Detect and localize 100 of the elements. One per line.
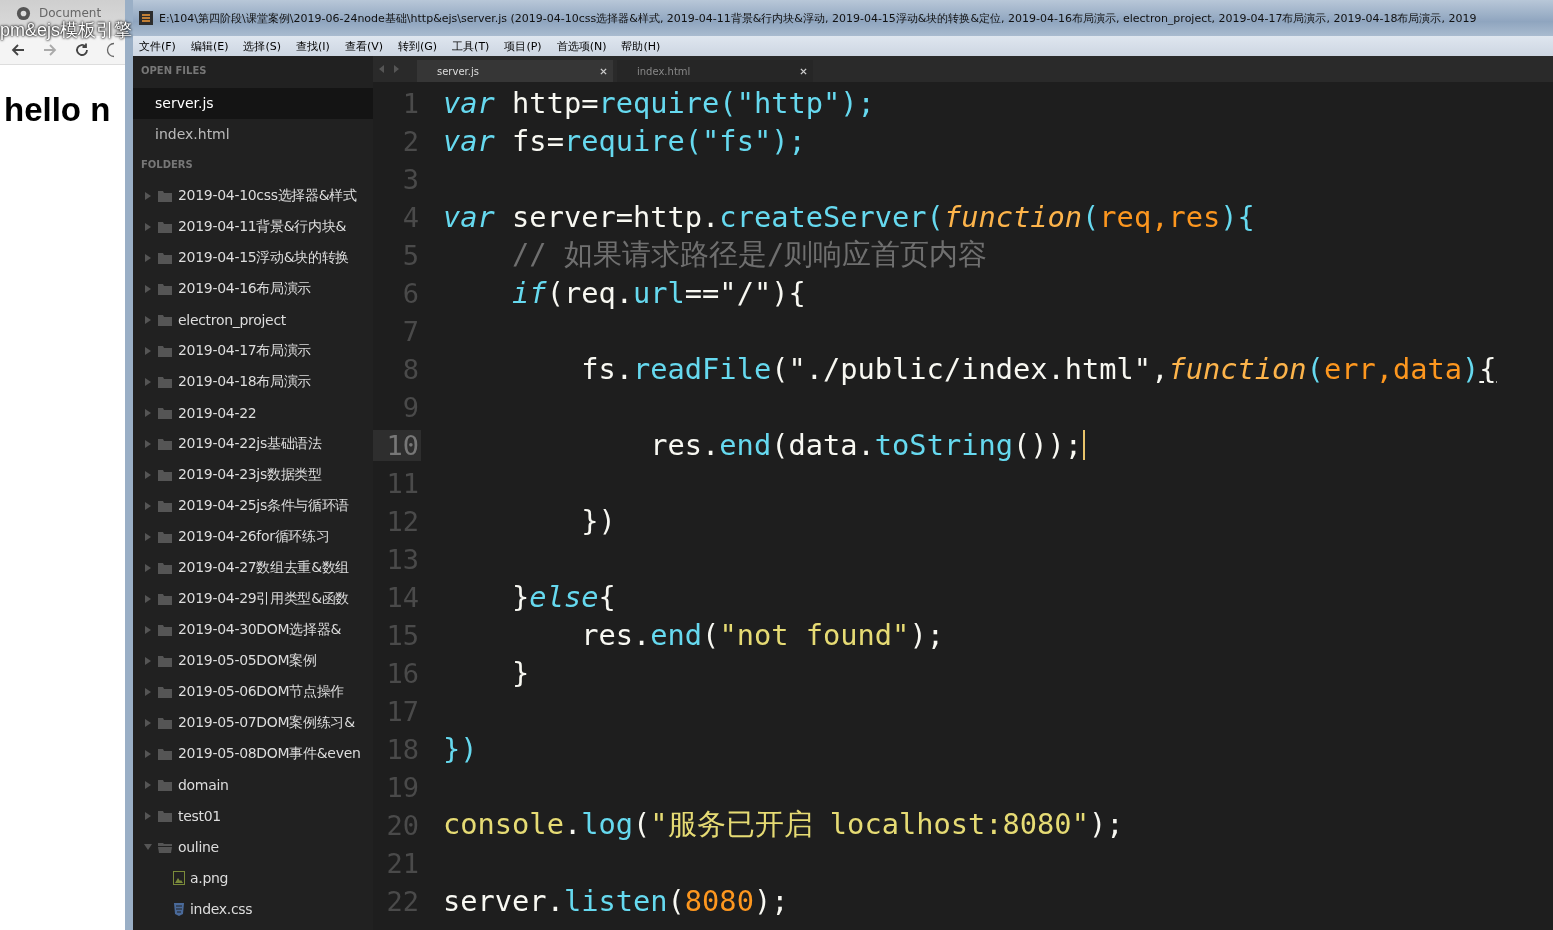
collapse-arrow-icon[interactable] [144, 842, 152, 851]
menu-item[interactable]: 工具(T) [452, 38, 490, 54]
menu-item[interactable]: 帮助(H) [621, 38, 661, 54]
folder-item[interactable]: 2019-05-08DOM事件&even [178, 744, 361, 763]
menu-item[interactable]: 项目(P) [504, 38, 542, 54]
expand-arrow-icon[interactable] [144, 594, 152, 603]
file-tab[interactable]: server.js [417, 60, 613, 82]
folder-item[interactable]: 2019-04-15浮动&块的转换 [178, 248, 350, 267]
folder-item[interactable]: 2019-04-11背景&行内块& [178, 217, 347, 236]
folder-icon [158, 344, 172, 357]
expand-arrow-icon[interactable] [144, 811, 152, 820]
app-icon [139, 11, 153, 25]
menu-item[interactable]: 转到(G) [398, 38, 438, 54]
code-line: var fs=require("fs"); [443, 124, 806, 158]
folder-icon [158, 654, 172, 667]
expand-arrow-icon[interactable] [144, 780, 152, 789]
folder-icon [158, 592, 172, 605]
tab-scroll-arrows-icon[interactable] [379, 65, 399, 73]
folder-icon [158, 716, 172, 729]
folder-item[interactable]: 2019-04-18布局演示 [178, 372, 312, 391]
open-folder-icon [158, 840, 172, 853]
menu-item[interactable]: 编辑(E) [190, 38, 229, 54]
browser-logo-icon [16, 6, 31, 21]
back-icon[interactable] [10, 42, 26, 58]
expand-arrow-icon[interactable] [144, 191, 152, 200]
reload-icon[interactable] [74, 42, 90, 58]
expand-arrow-icon[interactable] [144, 501, 152, 510]
expand-arrow-icon[interactable] [144, 470, 152, 479]
folder-item[interactable]: 2019-04-22 [178, 404, 257, 421]
code-line: console.log("服务已开启 localhost:8080"); [443, 806, 1124, 843]
expand-arrow-icon[interactable] [144, 532, 152, 541]
expand-arrow-icon[interactable] [144, 253, 152, 262]
folder-icon [158, 313, 172, 326]
expand-arrow-icon[interactable] [144, 284, 152, 293]
close-icon[interactable] [800, 67, 807, 75]
folder-item[interactable]: 2019-04-26for循环练习 [178, 527, 330, 546]
folder-item[interactable]: 2019-04-16布局演示 [178, 279, 312, 298]
folder-icon [158, 468, 172, 481]
code-line: var server=http.createServer(function(req,res){ [443, 200, 1255, 234]
forward-icon[interactable] [42, 42, 58, 58]
expand-arrow-icon[interactable] [144, 656, 152, 665]
code-line: } [511, 656, 530, 690]
code-line: if(req.url=="/"){ [511, 276, 806, 310]
file-tab[interactable]: index.html [617, 60, 813, 82]
folder-item[interactable]: 2019-05-06DOM节点操作 [178, 682, 345, 701]
menu-item[interactable]: 查找(I) [296, 38, 330, 54]
folder-item[interactable]: 2019-04-10css选择器&样式 [178, 186, 357, 205]
text-cursor [1083, 430, 1086, 460]
code-line: server.listen(8080); [443, 884, 789, 918]
expand-arrow-icon[interactable] [144, 687, 152, 696]
folder-icon [158, 530, 172, 543]
expand-arrow-icon[interactable] [144, 563, 152, 572]
folder-icon [158, 375, 172, 388]
folder-icon [158, 623, 172, 636]
folder-item[interactable]: ouline [178, 838, 219, 855]
file-item[interactable]: a.png [190, 869, 229, 886]
expand-arrow-icon[interactable] [144, 408, 152, 417]
expand-arrow-icon[interactable] [144, 222, 152, 231]
section-header: OPEN FILES [140, 65, 208, 78]
folder-item[interactable]: 2019-04-27数组去重&数组 [178, 558, 350, 577]
folder-item[interactable]: 2019-04-22js基础语法 [178, 434, 322, 453]
section-header: FOLDERS [140, 159, 194, 172]
expand-arrow-icon[interactable] [144, 718, 152, 727]
folder-icon [158, 251, 172, 264]
file-item[interactable]: index.css [190, 900, 253, 917]
folder-icon [158, 561, 172, 574]
image-file-icon [173, 870, 185, 885]
folder-icon [158, 685, 172, 698]
folder-item[interactable]: 2019-05-05DOM案例 [178, 651, 317, 670]
expand-arrow-icon[interactable] [144, 625, 152, 634]
expand-arrow-icon[interactable] [144, 377, 152, 386]
expand-arrow-icon[interactable] [144, 439, 152, 448]
menu-item[interactable]: 文件(F) [139, 38, 176, 54]
folder-icon [158, 778, 172, 791]
folder-item[interactable]: 2019-04-29引用类型&函数 [178, 589, 350, 608]
menu-item[interactable]: 查看(V) [344, 38, 383, 54]
folder-item[interactable]: 2019-04-23js数据类型 [178, 465, 322, 484]
folder-icon [158, 220, 172, 233]
folder-item[interactable]: 2019-04-30DOM选择器& [178, 620, 342, 639]
close-icon[interactable] [600, 67, 607, 75]
line-number: 10 [373, 429, 421, 461]
folder-item[interactable]: 2019-04-17布局演示 [178, 341, 312, 360]
window-title: pm&ejs模板引擎 [0, 21, 133, 40]
expand-arrow-icon[interactable] [144, 749, 152, 758]
menu-item[interactable]: 首选项(N) [556, 38, 607, 54]
menu-item[interactable]: 选择(S) [243, 38, 282, 54]
expand-arrow-icon[interactable] [144, 346, 152, 355]
code-line: }else{ [511, 580, 616, 614]
folder-item[interactable]: electron_project [178, 311, 286, 328]
folder-item[interactable]: 2019-04-25js条件与循环语 [178, 496, 350, 515]
folder-icon [158, 282, 172, 295]
open-file-item[interactable]: index.html [133, 119, 373, 150]
css-file-icon [173, 901, 185, 916]
browser-tab-title[interactable]: Document [39, 6, 102, 20]
expand-arrow-icon[interactable] [144, 315, 152, 324]
open-file-item[interactable]: server.js [133, 88, 373, 119]
folder-item[interactable]: test01 [178, 807, 221, 824]
code-line: }) [580, 504, 616, 538]
folder-item[interactable]: 2019-05-07DOM案例练习& [178, 713, 355, 732]
folder-item[interactable]: domain [178, 776, 229, 793]
